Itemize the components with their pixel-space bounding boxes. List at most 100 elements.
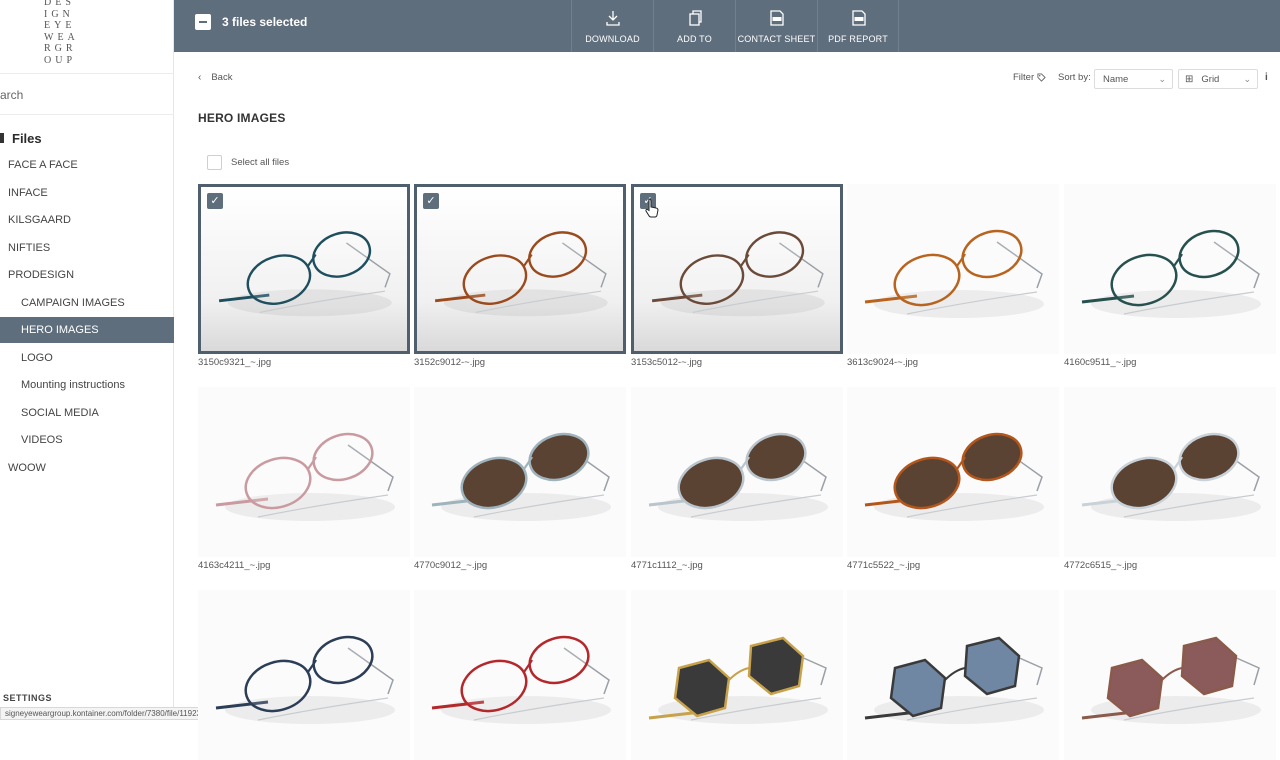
tag-icon	[1037, 73, 1046, 82]
pdf-icon	[852, 10, 866, 26]
sidebar-item-hero-images[interactable]: HERO IMAGES	[0, 317, 174, 343]
add-to-button[interactable]: ADD TO	[653, 0, 735, 52]
file-tile[interactable]	[1064, 387, 1276, 557]
action-label: PDF REPORT	[828, 34, 888, 44]
file-tile[interactable]: ✓	[198, 184, 410, 354]
eyeglasses-thumbnail	[864, 229, 1044, 318]
logo-letters: DES	[44, 0, 75, 8]
eyeglasses-thumbnail	[1081, 229, 1261, 318]
file-tile[interactable]	[414, 387, 626, 557]
file-name[interactable]: 4163c4211_~.jpg	[198, 560, 270, 571]
sidebar-item-mounting-instructions[interactable]: Mounting instructions	[0, 372, 174, 398]
grid-icon: ⊞	[1185, 73, 1194, 85]
sidebar: DES IGN EYE WEA RGR OUP arch Files FACE A FAC…	[0, 0, 174, 720]
file-name[interactable]: 3152c9012-~.jpg	[414, 357, 485, 368]
sidebar-item-face-a-face[interactable]: FACE A FACE	[0, 152, 174, 178]
file-name[interactable]: 3613c9024-~.jpg	[847, 357, 918, 368]
eyeglasses-thumbnail	[648, 432, 828, 521]
eyeglasses-thumbnail	[864, 636, 1044, 724]
mouse-cursor-icon	[645, 198, 659, 218]
action-label: ADD TO	[677, 34, 712, 44]
settings-link[interactable]: SETTINGS	[3, 693, 52, 703]
download-button[interactable]: DOWNLOAD	[571, 0, 653, 52]
select-all-files[interactable]: Select all files	[207, 155, 289, 170]
chevron-down-icon: ⌄	[1158, 74, 1166, 84]
file-name[interactable]: 4160c9511_~.jpg	[1064, 357, 1136, 368]
action-label: CONTACT SHEET	[737, 34, 816, 44]
eyeglasses-thumbnail	[651, 231, 825, 317]
back-link[interactable]: ‹ Back	[198, 72, 232, 83]
filter-label: Filter	[1013, 72, 1035, 83]
file-tile[interactable]	[1064, 184, 1276, 354]
select-all-checkbox[interactable]	[207, 155, 222, 170]
sidebar-item-social-media[interactable]: SOCIAL MEDIA	[0, 400, 174, 426]
eyeglasses-thumbnail	[215, 635, 395, 724]
sort-by-label: Sort by:	[1058, 72, 1091, 83]
eyeglasses-thumbnail	[1081, 432, 1261, 521]
file-tile[interactable]	[847, 590, 1059, 760]
file-name[interactable]: 4771c1112_~.jpg	[631, 560, 703, 571]
eyeglasses-thumbnail	[864, 432, 1044, 521]
file-tile[interactable]	[198, 387, 410, 557]
view-select[interactable]: ⊞ Grid ⌄	[1178, 69, 1258, 89]
download-icon	[606, 11, 620, 26]
eyeglasses-thumbnail	[218, 231, 392, 317]
chevron-down-icon: ⌄	[1243, 74, 1251, 84]
logo-letters: EYE	[44, 20, 76, 32]
logo-letters: IGN	[44, 8, 74, 20]
action-label: DOWNLOAD	[585, 34, 640, 44]
file-name[interactable]: 4771c5522_~.jpg	[847, 560, 920, 571]
sidebar-item-videos[interactable]: VIDEOS	[0, 427, 174, 453]
logo-letters: OUP	[44, 55, 77, 66]
file-name[interactable]: 4772c6515_~.jpg	[1064, 560, 1137, 571]
sidebar-item-campaign-images[interactable]: CAMPAIGN IMAGES	[0, 290, 174, 316]
eyeglasses-thumbnail	[431, 432, 611, 521]
search-input[interactable]: arch	[0, 88, 23, 102]
eyeglasses-thumbnail	[1081, 636, 1261, 724]
select-all-label: Select all files	[231, 157, 290, 168]
file-tile[interactable]: ✓	[414, 184, 626, 354]
logo-letters: WEA	[44, 31, 79, 43]
eyeglasses-thumbnail	[431, 635, 611, 724]
eyeglasses-thumbnail	[648, 636, 828, 724]
pdf-icon	[770, 10, 784, 26]
back-label: Back	[211, 72, 233, 83]
sidebar-item-prodesign[interactable]: PRODESIGN	[0, 262, 174, 288]
brand-logo[interactable]: DES IGN EYE WEA RGR OUP	[0, 0, 174, 74]
checkbox-checked-icon[interactable]: ✓	[207, 193, 223, 209]
file-tile[interactable]	[631, 387, 843, 557]
info-icon[interactable]: i	[1265, 72, 1268, 83]
file-tile[interactable]	[1064, 590, 1276, 760]
sidebar-item-woow[interactable]: WOOW	[0, 455, 174, 481]
file-name[interactable]: 3150c9321_~.jpg	[198, 357, 271, 368]
eyeglasses-thumbnail	[215, 432, 395, 521]
file-name[interactable]: 4770c9012_~.jpg	[414, 560, 487, 571]
files-section-title: Files	[12, 130, 42, 146]
file-tile[interactable]	[631, 590, 843, 760]
sidebar-item-kilsgaard[interactable]: KILSGAARD	[0, 207, 174, 233]
file-tile[interactable]	[198, 590, 410, 760]
status-bar-url: signeyeweargroup.kontainer.com/folder/73…	[0, 707, 213, 720]
sidebar-item-inface[interactable]: INFACE	[0, 180, 174, 206]
file-tile[interactable]	[847, 184, 1059, 354]
file-tile[interactable]	[847, 387, 1059, 557]
pdf-report-button[interactable]: PDF REPORT	[817, 0, 899, 52]
selection-action-bar: 3 files selected DOWNLOAD ADD TO CONTACT S…	[174, 0, 1280, 52]
sidebar-item-nifties[interactable]: NIFTIES	[0, 235, 174, 261]
filter-button[interactable]: Filter	[1013, 72, 1046, 83]
logo-letters: RGR	[44, 43, 77, 55]
page-title: HERO IMAGES	[198, 111, 286, 125]
contact-sheet-button[interactable]: CONTACT SHEET	[735, 0, 817, 52]
section-marker-icon	[0, 133, 4, 143]
file-name[interactable]: 3153c5012-~.jpg	[631, 357, 702, 368]
sort-select[interactable]: Name ⌄	[1094, 69, 1173, 89]
sidebar-item-logo[interactable]: LOGO	[0, 345, 174, 371]
file-tile[interactable]: ✓	[631, 184, 843, 354]
copy-icon	[689, 10, 702, 26]
chevron-left-icon: ‹	[198, 72, 202, 83]
files-section-header[interactable]: Files	[0, 130, 42, 146]
file-tile[interactable]	[414, 590, 626, 760]
checkbox-checked-icon[interactable]: ✓	[423, 193, 439, 209]
divider	[0, 114, 174, 115]
deselect-checkbox[interactable]	[195, 14, 211, 30]
